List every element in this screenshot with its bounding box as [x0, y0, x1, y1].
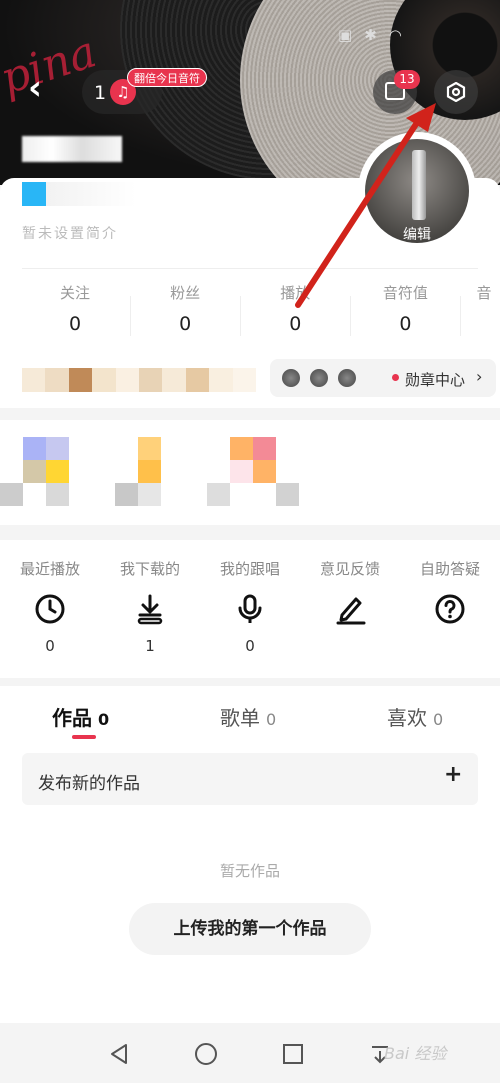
blurred-pixel [253, 437, 276, 460]
stat-label: 音 [476, 284, 492, 302]
notification-dot [392, 374, 399, 381]
tab-works[interactable]: 作品 0 [52, 702, 109, 731]
stat-label: 粉丝 [170, 284, 201, 302]
blurred-pixel [46, 460, 69, 483]
tab-label: 喜欢 [387, 706, 427, 730]
function-count: 0 [45, 637, 55, 655]
nav-home-icon[interactable] [194, 1042, 218, 1066]
bluetooth-icon: ✱ [364, 26, 377, 44]
blurred-content [22, 368, 257, 392]
stat-more[interactable]: 音 [460, 282, 500, 342]
medal-icon [282, 369, 300, 387]
recent-plays-button[interactable]: 最近播放 0 [0, 558, 100, 655]
stat-label: 播放 [280, 284, 311, 302]
plus-icon: + [444, 762, 463, 787]
upload-first-work-button[interactable]: 上传我的第一个作品 [129, 903, 371, 955]
blurred-pixel [115, 483, 138, 506]
nav-back-icon[interactable] [107, 1042, 131, 1066]
vip-tag-blurred [22, 182, 46, 206]
function-label: 意见反馈 [319, 560, 380, 578]
blurred-pixel [207, 483, 230, 506]
stat-value: 0 [289, 313, 302, 335]
medal-center-label: 勋章中心 [405, 371, 466, 389]
microphone-icon [238, 594, 262, 623]
stat-following[interactable]: 关注 0 [20, 282, 130, 342]
avatar-edit-label[interactable]: 编辑 [365, 224, 469, 244]
downloads-button[interactable]: 我下载的 1 [100, 558, 200, 655]
wifi-icon: ◠ [388, 26, 402, 44]
stat-value: 0 [179, 313, 192, 335]
stat-followers[interactable]: 粉丝 0 [130, 282, 240, 342]
message-count-badge: 13 [394, 70, 420, 89]
help-icon [435, 594, 465, 624]
medal-icon [310, 369, 328, 387]
stat-note-value[interactable]: 音符值 0 [350, 282, 460, 342]
divider [460, 296, 462, 336]
tab-count: 0 [98, 710, 110, 729]
blurred-pixel [46, 483, 69, 506]
stat-plays[interactable]: 播放 0 [240, 282, 350, 342]
nav-recents-icon[interactable] [281, 1042, 305, 1066]
blurred-pixel [138, 483, 161, 506]
divider [240, 296, 242, 336]
stat-label: 音符值 [382, 284, 428, 302]
pen-icon [336, 597, 366, 625]
tab-label: 作品 [52, 706, 92, 730]
avatar-spark-plug-image [412, 150, 426, 220]
nfc-icon: ▣ [338, 26, 353, 44]
function-count: 1 [145, 637, 155, 655]
tag-blurred [46, 182, 136, 206]
publish-label: 发布新的作品 [38, 774, 140, 794]
blurred-pixel [230, 437, 253, 460]
download-icon [137, 594, 163, 625]
tab-likes[interactable]: 喜欢 0 [387, 702, 443, 731]
function-label: 我下载的 [119, 560, 180, 578]
tab-count: 0 [266, 710, 277, 729]
divider [350, 296, 352, 336]
stat-label: 关注 [60, 284, 91, 302]
medal-icon [338, 369, 356, 387]
settings-gear-icon [446, 82, 466, 102]
function-count: 0 [245, 637, 255, 655]
tab-count: 0 [433, 710, 444, 729]
stats-row: 关注 0 粉丝 0 播放 0 音符值 0 音 [20, 282, 500, 342]
blurred-pixel [230, 460, 253, 483]
active-tab-indicator [72, 735, 96, 739]
blurred-pixel [46, 437, 69, 460]
divider [130, 296, 132, 336]
profile-intro[interactable]: 暂未设置简介 [22, 223, 118, 243]
blurred-pixel [23, 460, 46, 483]
back-button[interactable]: ‹ [28, 71, 58, 105]
clock-icon [35, 594, 65, 624]
username-blurred [22, 136, 122, 162]
blurred-pixel [0, 483, 23, 506]
watermark: Bai 经验 [384, 1044, 447, 1063]
level-number: 1 [94, 82, 107, 104]
my-singalong-button[interactable]: 我的跟唱 0 [200, 558, 300, 655]
stat-value: 0 [399, 313, 412, 335]
blurred-pixel [23, 437, 46, 460]
blurred-pixel [276, 483, 299, 506]
self-help-button[interactable]: 自助答疑 [400, 558, 500, 637]
double-notes-badge[interactable]: 翻倍今日音符 [127, 68, 207, 87]
function-label: 最近播放 [19, 560, 80, 578]
tab-label: 歌单 [220, 706, 260, 730]
blurred-pixel [138, 437, 161, 460]
feedback-button[interactable]: 意见反馈 [300, 558, 400, 637]
blurred-pixel [253, 460, 276, 483]
status-bar-icons: ▣ ✱ ◠ [338, 26, 402, 44]
stat-value: 0 [69, 313, 82, 335]
function-label: 我的跟唱 [219, 560, 280, 578]
tab-playlists[interactable]: 歌单 0 [220, 702, 276, 731]
empty-state-text: 暂无作品 [219, 862, 280, 880]
function-label: 自助答疑 [419, 560, 480, 578]
blurred-pixel [138, 460, 161, 483]
chevron-right-icon: › [476, 367, 483, 386]
divider [22, 268, 478, 269]
